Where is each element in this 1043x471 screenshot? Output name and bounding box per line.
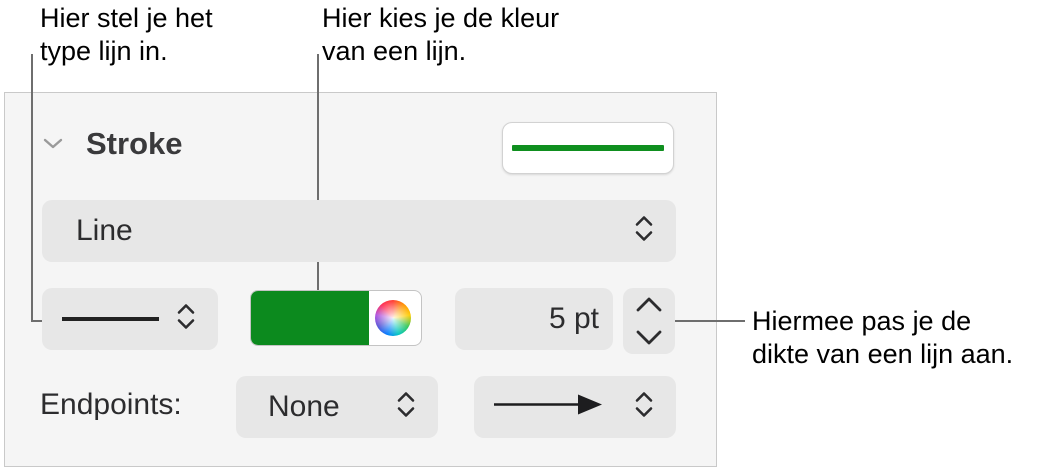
stroke-color-swatch[interactable] <box>251 291 369 345</box>
stroke-width-value: 5 pt <box>548 302 599 335</box>
stroke-preview-line <box>512 145 664 151</box>
stroke-type-select[interactable]: Line <box>42 200 676 262</box>
chevron-down-icon[interactable] <box>42 136 64 157</box>
start-endpoint-select[interactable]: None <box>236 376 438 438</box>
callout-line-color: Hier kies je de kleur van een lijn. <box>322 2 642 68</box>
callout-text-line2: type lijn in. <box>40 36 168 66</box>
stroke-section-title[interactable]: Stroke <box>86 126 182 162</box>
chevron-up-icon[interactable] <box>623 288 675 321</box>
start-endpoint-value: None <box>268 390 340 423</box>
callout-text-line1: Hier kies je de kleur <box>322 3 560 33</box>
leader-line-type <box>31 54 33 321</box>
stroke-preview-button[interactable] <box>502 122 674 174</box>
callout-line-type: Hier stel je het type lijn in. <box>40 2 300 68</box>
end-endpoint-select[interactable] <box>474 376 676 438</box>
updown-chevron-icon <box>396 390 416 425</box>
leader-line-width <box>675 320 745 322</box>
solid-line-style-icon <box>62 317 159 321</box>
stroke-type-value: Line <box>76 214 133 247</box>
updown-chevron-icon <box>176 302 196 337</box>
callout-text-line1: Hiermee pas je de <box>752 306 972 336</box>
callout-text-line1: Hier stel je het <box>40 3 213 33</box>
updown-chevron-icon <box>634 214 654 249</box>
stroke-color-well[interactable] <box>250 290 422 346</box>
color-wheel-icon[interactable] <box>375 300 411 336</box>
chevron-down-icon[interactable] <box>623 321 675 354</box>
stroke-width-field[interactable]: 5 pt <box>455 288 613 350</box>
callout-line-width: Hiermee pas je de dikte van een lijn aan… <box>752 305 1042 371</box>
arrow-right-icon <box>494 393 604 422</box>
endpoints-label: Endpoints: <box>40 388 182 421</box>
line-style-select[interactable] <box>42 288 218 350</box>
updown-chevron-icon <box>634 390 654 425</box>
callout-text-line2: dikte van een lijn aan. <box>752 339 1014 369</box>
stroke-width-stepper[interactable] <box>623 288 675 354</box>
callout-text-line2: van een lijn. <box>322 36 467 66</box>
